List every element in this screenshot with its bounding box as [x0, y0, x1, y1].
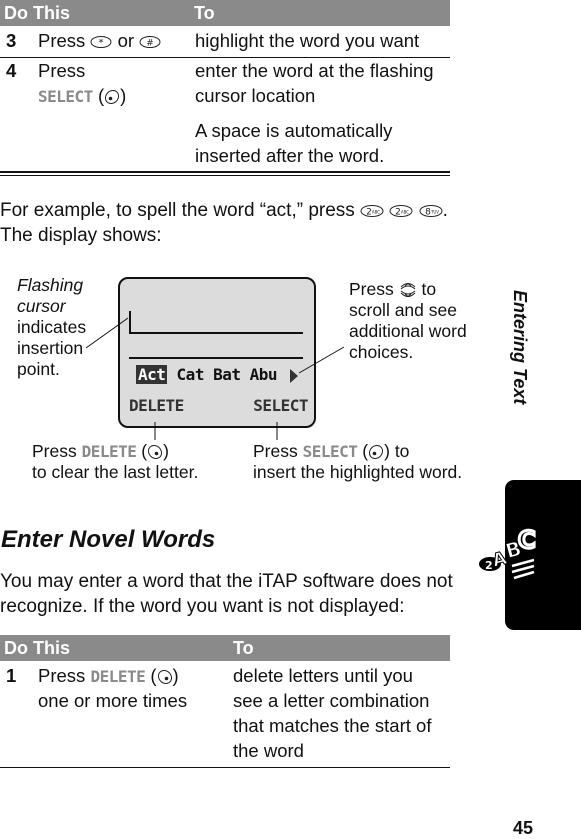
scroll-up-down-key-icon [400, 283, 415, 298]
callout-line: insertion [17, 338, 84, 358]
step-number: 1 [6, 665, 17, 686]
chapter-title: Entering Text [510, 290, 530, 405]
select-softkey-icon [369, 445, 384, 460]
section-title: Enter Novel Words [1, 526, 216, 553]
section-para-line2: recognize. If the word you want is not d… [0, 596, 405, 617]
callout-line: scroll and see [349, 300, 457, 321]
abc-text-icon: 2 A B C [477, 525, 537, 580]
step-result-line: the word [233, 740, 304, 761]
scroll-callout: Press to scroll and see additional word … [349, 279, 467, 363]
callout-text: Press [349, 279, 394, 299]
action-text: Press [38, 665, 86, 686]
callout-line: to clear the last letter. [32, 462, 199, 482]
select-key-label: SELECT [302, 442, 358, 461]
callout-line: Flashing [17, 275, 84, 295]
step-result-line: that matches the start of [233, 715, 432, 736]
callout-line: choices. [349, 342, 414, 363]
cursor-callout: Flashing cursor indicates insertion poin… [17, 275, 86, 380]
step-result-line: see a letter combination [233, 690, 430, 711]
delete-softkey-icon [148, 445, 163, 460]
callout-line: insert the highlighted word. [253, 462, 463, 482]
callout-text: to [394, 441, 410, 461]
select-callout: Press SELECT () to insert the highlighte… [253, 441, 463, 482]
callout-text: Press [253, 441, 298, 461]
delete-key-label: DELETE [90, 667, 146, 686]
step-action-line2: one or more times [38, 690, 188, 711]
table2-header-to: To [233, 638, 254, 658]
scroll-leader-line [298, 346, 345, 374]
delete-softkey-icon [157, 670, 172, 685]
delete-key-label: DELETE [81, 442, 137, 461]
svg-text:2: 2 [485, 559, 493, 572]
table2-header-do-this: Do This [4, 638, 70, 658]
section-para-line1: You may enter a word that the iTAP softw… [0, 571, 453, 592]
callout-text: to [421, 279, 437, 299]
callout-line: indicates [17, 317, 87, 337]
callout-line: point. [17, 359, 60, 379]
chapter-sidebar-label: Entering Text [506, 290, 536, 470]
callout-line: cursor [17, 296, 66, 316]
table2-header: Do This To [0, 635, 450, 661]
step-action-line1: Press DELETE () [38, 665, 179, 686]
svg-text:C: C [518, 526, 536, 554]
table-bottom-rule [0, 767, 450, 768]
cursor-leader-line [85, 317, 129, 349]
callout-line: additional word [349, 321, 467, 342]
delete-callout: Press DELETE () to clear the last letter… [32, 441, 199, 482]
step-result-line: delete letters until you [233, 665, 413, 686]
callout-text: Press [32, 441, 77, 461]
